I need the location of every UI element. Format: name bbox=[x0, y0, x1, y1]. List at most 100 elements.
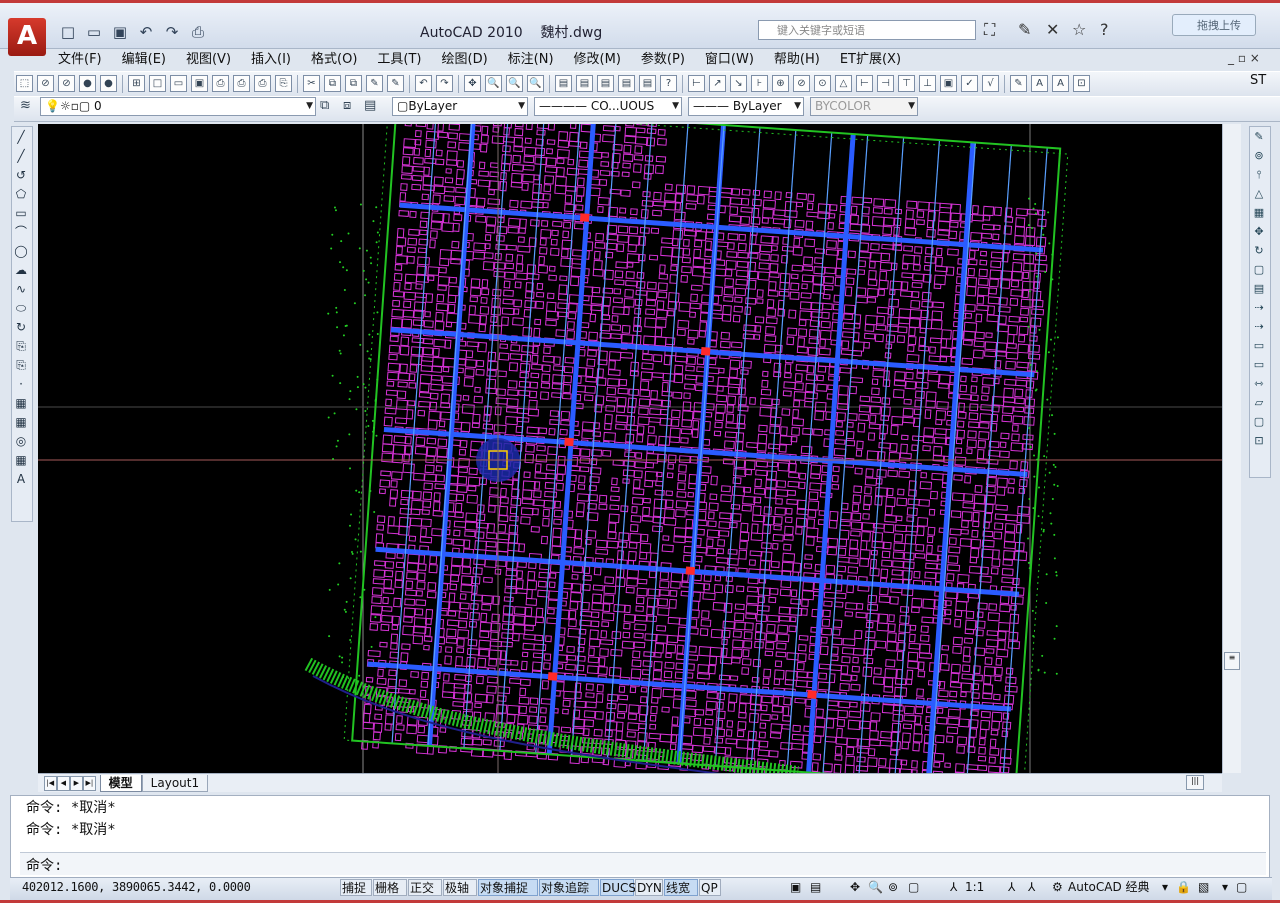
new-icon[interactable]: □ bbox=[56, 22, 80, 42]
toolbar-button-icon[interactable]: ⊥ bbox=[919, 75, 936, 92]
status-toggle-button[interactable]: 对象追踪 bbox=[539, 879, 599, 896]
tab-layout1[interactable]: Layout1 bbox=[141, 775, 209, 792]
status-menu-icon[interactable]: ▾ bbox=[1222, 879, 1228, 896]
draw-tool-icon[interactable]: ↻ bbox=[13, 319, 29, 335]
menu-item[interactable]: ET扩展(X) bbox=[830, 50, 911, 70]
status-toggle-button[interactable]: 栅格 bbox=[373, 879, 407, 896]
status-toggle-button[interactable]: 捕捉 bbox=[340, 879, 372, 896]
modify-tool-icon[interactable]: ▦ bbox=[1251, 205, 1267, 221]
first-tab-icon[interactable]: |◀ bbox=[43, 776, 57, 791]
communication-center-icon[interactable]: ✎ bbox=[1018, 20, 1031, 39]
menu-item[interactable]: 插入(I) bbox=[241, 50, 301, 70]
menu-item[interactable]: 格式(O) bbox=[301, 50, 367, 70]
draw-tool-icon[interactable]: ⬭ bbox=[13, 300, 29, 316]
draw-tool-icon[interactable]: ∿ bbox=[13, 281, 29, 297]
toolbar-button-icon[interactable]: ⧉ bbox=[345, 75, 362, 92]
modify-tool-icon[interactable]: ↻ bbox=[1251, 243, 1267, 259]
last-tab-icon[interactable]: ▶| bbox=[82, 776, 96, 791]
draw-tool-icon[interactable]: ☁ bbox=[13, 262, 29, 278]
draw-tool-icon[interactable]: ⎘ bbox=[13, 338, 29, 354]
upload-button[interactable]: 拖拽上传 bbox=[1172, 14, 1256, 36]
toolbar-button-icon[interactable]: ✥ bbox=[464, 75, 481, 92]
draw-tool-icon[interactable]: ▦ bbox=[13, 414, 29, 430]
drawing-canvas[interactable] bbox=[38, 124, 1222, 773]
menu-item[interactable]: 绘图(D) bbox=[432, 50, 498, 70]
toolbar-button-icon[interactable]: ⊞ bbox=[128, 75, 145, 92]
layer-manager-icon[interactable]: ≋ bbox=[20, 98, 31, 113]
toolbar-button-icon[interactable]: ⎙ bbox=[254, 75, 271, 92]
workspace-switch[interactable]: AutoCAD 经典 bbox=[1068, 879, 1150, 896]
status-toggle-button[interactable]: 线宽 bbox=[664, 879, 698, 896]
modify-tool-icon[interactable]: ▢ bbox=[1251, 414, 1267, 430]
favorites-star-icon[interactable]: ☆ bbox=[1072, 20, 1086, 39]
redo-icon[interactable]: ↷ bbox=[160, 22, 184, 42]
layer-previous-icon[interactable]: ⧈ bbox=[343, 98, 351, 113]
layer-dropdown[interactable]: 💡☼▫▢ 0 ▼ bbox=[40, 97, 316, 116]
modify-tool-icon[interactable]: ▤ bbox=[1251, 281, 1267, 297]
next-tab-icon[interactable]: ▶ bbox=[69, 776, 83, 791]
status-toggle-button[interactable]: 正交 bbox=[408, 879, 442, 896]
open-icon[interactable]: ▭ bbox=[82, 22, 106, 42]
lineweight-dropdown[interactable]: ——— ByLayer ▼ bbox=[688, 97, 804, 116]
modify-tool-icon[interactable]: ▭ bbox=[1251, 338, 1267, 354]
save-icon[interactable]: ▣ bbox=[108, 22, 132, 42]
layout-icon[interactable]: ▤ bbox=[810, 879, 821, 896]
draw-tool-icon[interactable]: ⬠ bbox=[13, 186, 29, 202]
command-input[interactable] bbox=[20, 852, 1266, 875]
toolbar-button-icon[interactable]: ⧉ bbox=[324, 75, 341, 92]
toolbar-button-icon[interactable]: ⊣ bbox=[877, 75, 894, 92]
pan-icon[interactable]: ✥ bbox=[850, 879, 860, 896]
modify-tool-icon[interactable]: ⫯ bbox=[1251, 167, 1267, 183]
vertical-scrollbar[interactable] bbox=[1222, 124, 1241, 773]
toolbar-button-icon[interactable]: 🔍 bbox=[485, 75, 502, 92]
toolbar-lock-icon[interactable]: 🔒 bbox=[1176, 879, 1191, 896]
status-toggle-button[interactable]: QP bbox=[699, 879, 721, 896]
menu-item[interactable]: 工具(T) bbox=[367, 50, 431, 70]
draw-tool-icon[interactable]: ▭ bbox=[13, 205, 29, 221]
prev-tab-icon[interactable]: ◀ bbox=[56, 776, 70, 791]
hscroll-thumb[interactable]: ||| bbox=[1186, 775, 1204, 790]
toolbar-button-icon[interactable]: ✓ bbox=[961, 75, 978, 92]
toolbar-button-icon[interactable]: 🔍 bbox=[506, 75, 523, 92]
modify-tool-icon[interactable]: ✥ bbox=[1251, 224, 1267, 240]
toolbar-button-icon[interactable]: ✎ bbox=[1010, 75, 1027, 92]
toolbar-button-icon[interactable]: ? bbox=[660, 75, 677, 92]
menu-item[interactable]: 修改(M) bbox=[564, 50, 631, 70]
layer-iso-icon[interactable]: ▤ bbox=[364, 98, 376, 113]
showmotion-icon[interactable]: ▢ bbox=[908, 879, 919, 896]
draw-tool-icon[interactable]: ◎ bbox=[13, 433, 29, 449]
zoom-icon[interactable]: 🔍 bbox=[868, 879, 883, 896]
status-toggle-button[interactable]: DYN bbox=[635, 879, 663, 896]
annotation-scale-value[interactable]: 1:1 bbox=[965, 879, 984, 896]
toolbar-button-icon[interactable]: ⎙ bbox=[233, 75, 250, 92]
search-input[interactable]: 键入关键字或短语 bbox=[758, 20, 976, 40]
toolbar-button-icon[interactable]: ▤ bbox=[576, 75, 593, 92]
toolbar-button-icon[interactable]: ⎘ bbox=[275, 75, 292, 92]
menu-item[interactable]: 帮助(H) bbox=[764, 50, 830, 70]
tab-model[interactable]: 模型 bbox=[99, 775, 142, 792]
toolbar-button-icon[interactable]: √ bbox=[982, 75, 999, 92]
modify-tool-icon[interactable]: ⇿ bbox=[1251, 376, 1267, 392]
chevron-down-icon[interactable]: ▾ bbox=[1162, 879, 1168, 896]
toolbar-button-icon[interactable]: ▤ bbox=[597, 75, 614, 92]
draw-tool-icon[interactable]: ◯ bbox=[13, 243, 29, 259]
toolbar-button-icon[interactable]: ⊘ bbox=[37, 75, 54, 92]
draw-tool-icon[interactable]: ▦ bbox=[13, 395, 29, 411]
toolbar-button-icon[interactable]: ⎙ bbox=[212, 75, 229, 92]
hardware-acceleration-icon[interactable]: ▧ bbox=[1198, 879, 1209, 896]
status-toggle-button[interactable]: 极轴 bbox=[443, 879, 477, 896]
toolbar-button-icon[interactable]: △ bbox=[835, 75, 852, 92]
model-space-icon[interactable]: ▣ bbox=[790, 879, 801, 896]
steering-wheel-icon[interactable]: ⊚ bbox=[888, 879, 898, 896]
toolbar-button-icon[interactable]: ▤ bbox=[639, 75, 656, 92]
modify-tool-icon[interactable]: ▱ bbox=[1251, 395, 1267, 411]
toolbar-button-icon[interactable]: ↘ bbox=[730, 75, 747, 92]
draw-tool-icon[interactable]: · bbox=[13, 376, 29, 392]
menu-item[interactable]: 参数(P) bbox=[631, 50, 695, 70]
make-layer-current-icon[interactable]: ⧉ bbox=[320, 98, 329, 113]
toolbar-button-icon[interactable]: ↗ bbox=[709, 75, 726, 92]
toolbar-button-icon[interactable]: ⊘ bbox=[58, 75, 75, 92]
modify-tool-icon[interactable]: ▢ bbox=[1251, 262, 1267, 278]
toolbar-button-icon[interactable]: ▣ bbox=[940, 75, 957, 92]
plot-icon[interactable]: ⎙ bbox=[186, 22, 210, 42]
